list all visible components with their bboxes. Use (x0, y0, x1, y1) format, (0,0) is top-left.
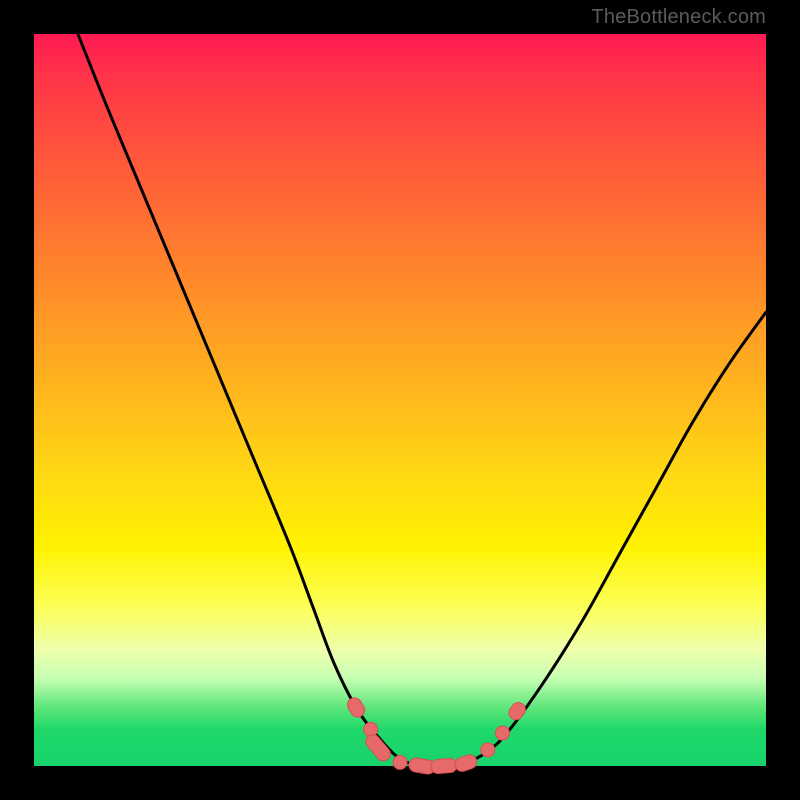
attribution-text: TheBottleneck.com (591, 6, 766, 29)
curve-marker (390, 753, 409, 772)
curve-marker (430, 758, 457, 774)
curve-marker (453, 753, 478, 773)
chart-frame: TheBottleneck.com (0, 0, 800, 800)
bottleneck-curve (78, 34, 766, 767)
curve-marker (493, 723, 513, 743)
curve-marker (345, 695, 367, 719)
marker-group (345, 695, 528, 775)
chart-svg (34, 34, 766, 766)
plot-area (34, 34, 766, 766)
curve-marker (506, 700, 528, 723)
